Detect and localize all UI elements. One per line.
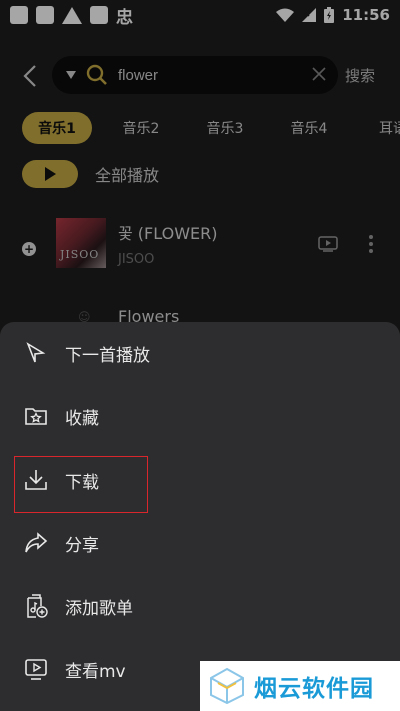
watermark: 烟云软件园 (200, 661, 400, 711)
menu-item-label: 分享 (65, 535, 99, 556)
watermark-logo (210, 667, 244, 705)
menu-item-play-next[interactable]: 下一首播放 (0, 322, 400, 384)
highlight-box (14, 456, 148, 513)
add-to-playlist-icon (27, 594, 48, 618)
play-next-icon (26, 342, 46, 363)
menu-item-add-to-playlist[interactable]: 添加歌单 (0, 575, 400, 637)
menu-item-label: 下一首播放 (65, 345, 150, 366)
share-icon (25, 532, 48, 553)
watermark-text: 烟云软件园 (254, 676, 374, 702)
action-sheet: 下一首播放 收藏 下载 分享 添加歌单 查看mv (0, 322, 400, 711)
menu-item-label: 收藏 (65, 408, 99, 429)
menu-item-favorite[interactable]: 收藏 (0, 385, 400, 447)
menu-item-label: 添加歌单 (65, 598, 133, 619)
favorite-folder-icon (25, 408, 47, 425)
menu-item-label: 查看mv (65, 661, 126, 682)
menu-item-share[interactable]: 分享 (0, 512, 400, 574)
mv-icon (25, 659, 47, 680)
